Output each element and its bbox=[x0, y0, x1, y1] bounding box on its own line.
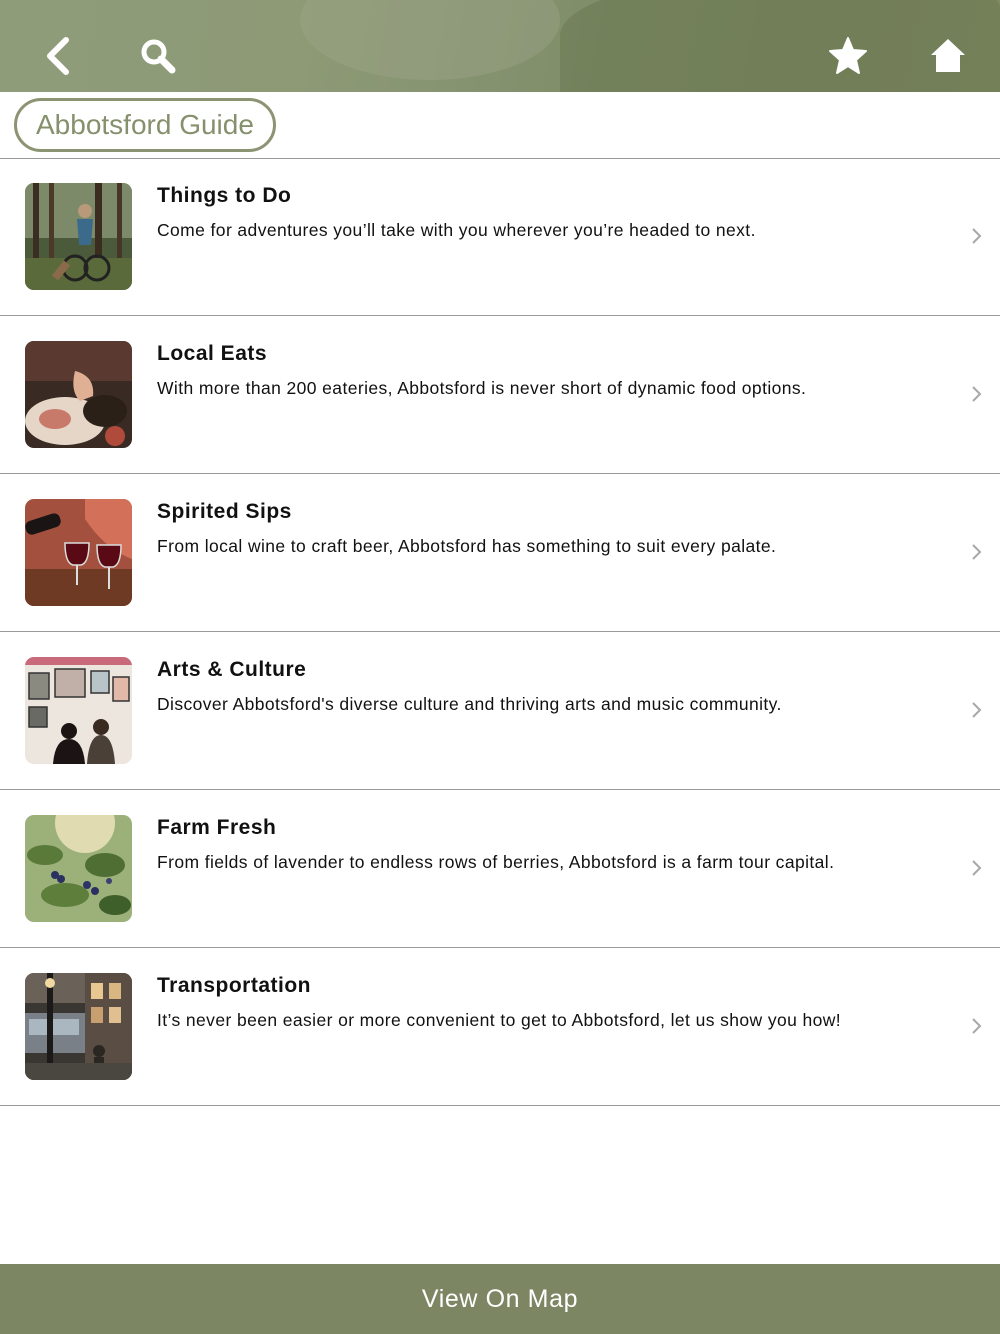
chevron-right-icon bbox=[972, 860, 982, 876]
header-background bbox=[300, 0, 560, 80]
item-description: It’s never been easier or more convenien… bbox=[157, 1010, 842, 1030]
list-item-arts-culture[interactable]: Arts & Culture Discover Abbotsford's div… bbox=[0, 632, 1000, 790]
thumbnail-local-eats bbox=[25, 341, 132, 448]
thumbnail-things-to-do bbox=[25, 183, 132, 290]
category-list: Things to Do Come for adventures you’ll … bbox=[0, 158, 1000, 1106]
chevron-right-icon bbox=[972, 386, 982, 402]
home-button[interactable] bbox=[920, 28, 976, 84]
top-bar bbox=[0, 0, 1000, 92]
item-title: Arts & Culture bbox=[157, 658, 307, 681]
list-item-spirited-sips[interactable]: Spirited Sips From local wine to craft b… bbox=[0, 474, 1000, 632]
item-title: Spirited Sips bbox=[157, 500, 292, 523]
item-description: Discover Abbotsford's diverse culture an… bbox=[157, 694, 782, 714]
search-button[interactable] bbox=[130, 28, 186, 84]
item-title: Things to Do bbox=[157, 184, 292, 207]
item-description: Come for adventures you’ll take with you… bbox=[157, 220, 756, 240]
back-button[interactable] bbox=[30, 28, 86, 84]
list-item-things-to-do[interactable]: Things to Do Come for adventures you’ll … bbox=[0, 158, 1000, 316]
list-item-farm-fresh[interactable]: Farm Fresh From fields of lavender to en… bbox=[0, 790, 1000, 948]
chevron-right-icon bbox=[972, 544, 982, 560]
search-icon bbox=[141, 39, 176, 74]
thumbnail-spirited-sips bbox=[25, 499, 132, 606]
chevron-right-icon bbox=[972, 1018, 982, 1034]
view-on-map-button[interactable]: View On Map bbox=[0, 1264, 1000, 1334]
thumbnail-farm-fresh bbox=[25, 815, 132, 922]
guide-title-row: Abbotsford Guide bbox=[0, 92, 1000, 159]
thumbnail-arts-culture bbox=[25, 657, 132, 764]
item-description: From local wine to craft beer, Abbotsfor… bbox=[157, 536, 777, 556]
item-description: From fields of lavender to endless rows … bbox=[157, 852, 835, 872]
item-description: With more than 200 eateries, Abbotsford … bbox=[157, 378, 807, 398]
star-icon bbox=[829, 37, 867, 74]
item-title: Farm Fresh bbox=[157, 816, 277, 839]
view-on-map-label: View On Map bbox=[421, 1284, 579, 1313]
item-title: Local Eats bbox=[157, 342, 268, 365]
thumbnail-transportation bbox=[25, 973, 132, 1080]
favorites-button[interactable] bbox=[820, 28, 876, 84]
list-item-local-eats[interactable]: Local Eats With more than 200 eateries, … bbox=[0, 316, 1000, 474]
list-item-transportation[interactable]: Transportation It’s never been easier or… bbox=[0, 948, 1000, 1106]
chevron-right-icon bbox=[972, 228, 982, 244]
chevron-right-icon bbox=[972, 702, 982, 718]
item-title: Transportation bbox=[157, 974, 312, 997]
back-icon bbox=[47, 37, 69, 75]
home-icon bbox=[931, 39, 965, 72]
guide-title-pill[interactable]: Abbotsford Guide bbox=[14, 98, 276, 152]
